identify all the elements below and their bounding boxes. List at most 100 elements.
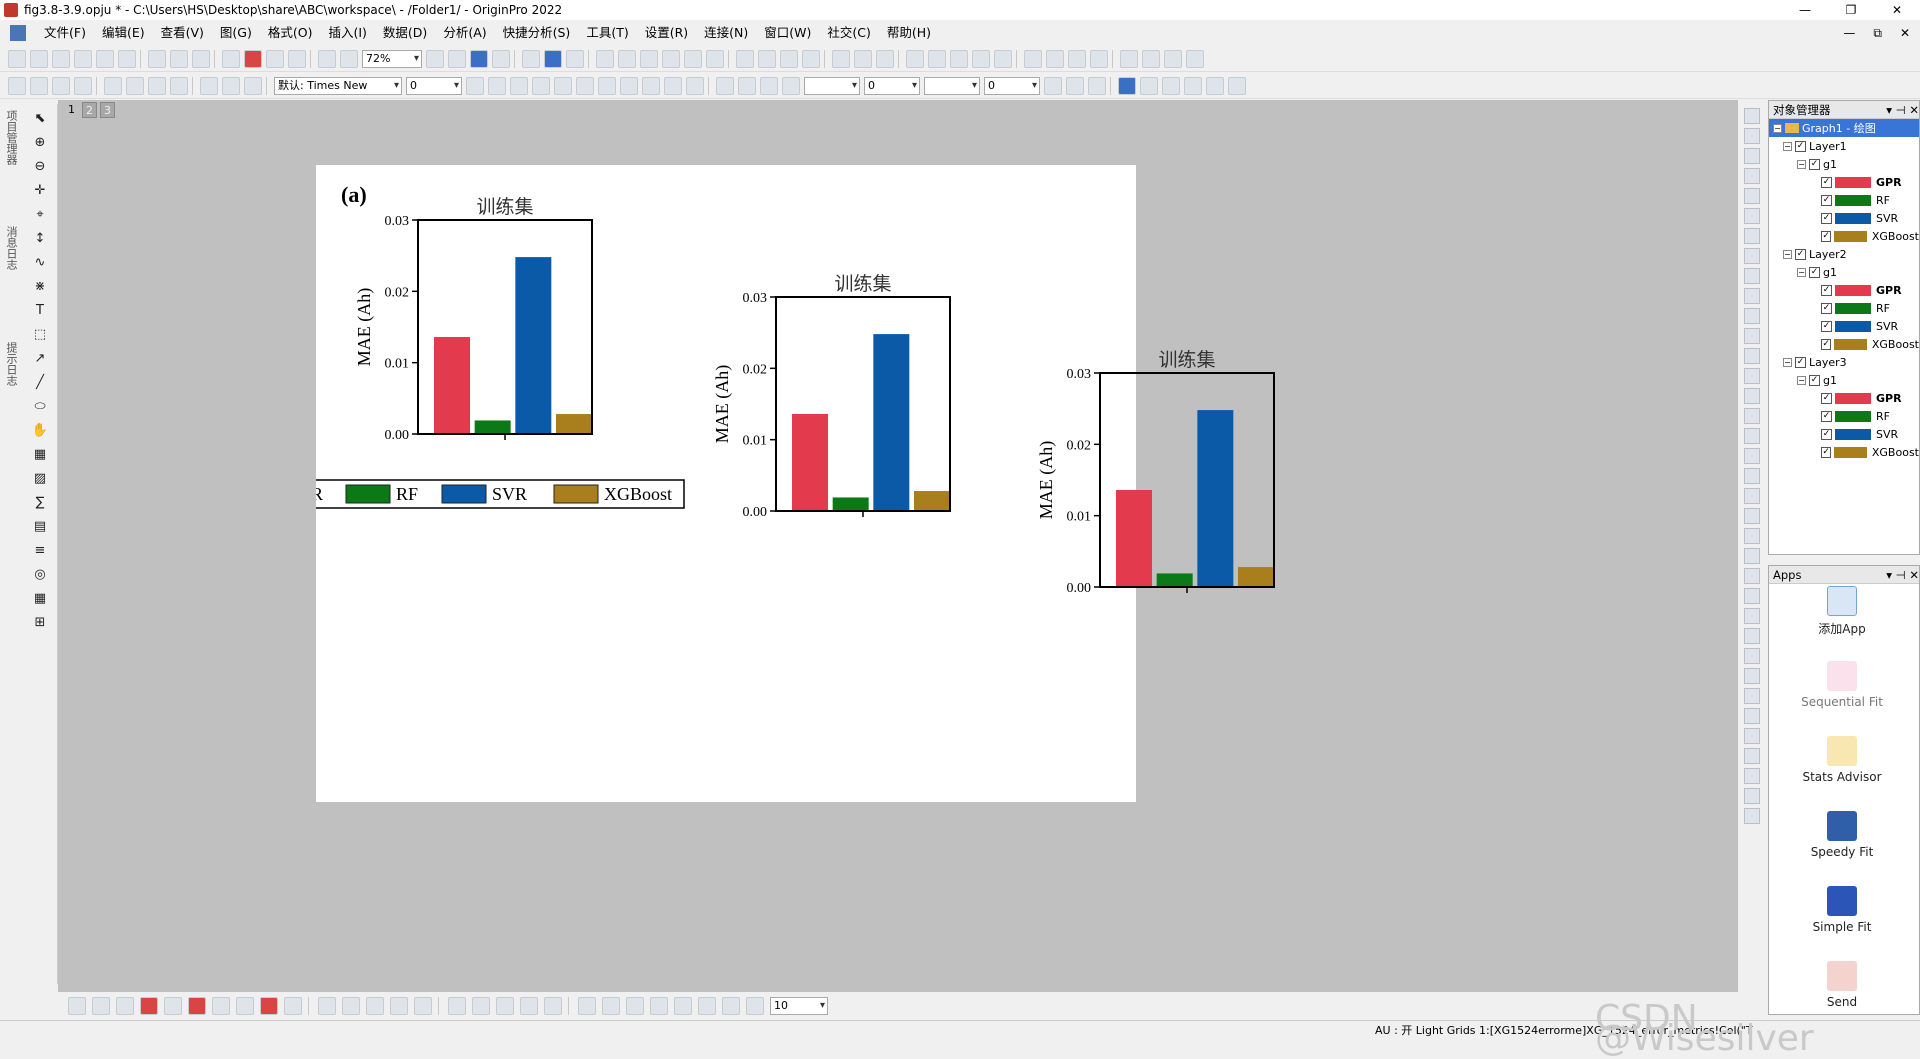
layer-tool-21-icon[interactable]	[1744, 508, 1760, 524]
tree-group[interactable]: − ✓ g1	[1769, 371, 1919, 389]
minimize-button[interactable]: —	[1782, 0, 1828, 20]
rescale-icon[interactable]	[596, 49, 614, 68]
duplicate-icon[interactable]	[340, 49, 358, 68]
pointer-icon[interactable]: ⬉	[30, 108, 50, 128]
3d-plot-icon[interactable]	[284, 997, 302, 1015]
arrange-icon[interactable]	[1140, 76, 1158, 95]
move-right-icon[interactable]	[1068, 49, 1086, 68]
refresh-icon[interactable]	[448, 49, 466, 68]
menu-help[interactable]: 帮助(H)	[879, 22, 939, 44]
italic-icon[interactable]	[488, 76, 506, 95]
bar-plot-icon[interactable]	[758, 49, 776, 68]
tree-group[interactable]: − ✓ g1	[1769, 263, 1919, 281]
arrow-down-icon[interactable]	[1142, 49, 1160, 68]
tree-plot-gpr[interactable]: ✓ GPR	[1769, 173, 1919, 191]
layout-5-icon[interactable]	[674, 997, 692, 1015]
layer-tool-27-icon[interactable]	[1744, 628, 1760, 644]
increase-font-icon[interactable]	[620, 76, 638, 95]
filter-icon[interactable]	[832, 49, 850, 68]
menu-tools[interactable]: 工具(T)	[578, 22, 636, 44]
brightness-icon[interactable]	[782, 76, 800, 95]
menu-settings[interactable]: 设置(R)	[637, 22, 696, 44]
zoom-select[interactable]: 72%	[362, 49, 422, 68]
bar-xgboost[interactable]	[914, 491, 950, 511]
bottom-size-select[interactable]: 10	[770, 997, 828, 1015]
region-mask-icon[interactable]: ⋇	[30, 276, 50, 296]
matrix-icon[interactable]: ⊞	[30, 612, 50, 632]
legend[interactable]: GPR RF SVR XGBoost	[231, 479, 685, 509]
color-bar-icon[interactable]: ≡	[30, 540, 50, 560]
multi-panel-icon[interactable]	[414, 997, 432, 1015]
bar-xgboost[interactable]	[1238, 567, 1274, 587]
zoom-in-icon[interactable]	[618, 49, 636, 68]
set-error-icon[interactable]	[972, 49, 990, 68]
tab-hint-log[interactable]: 提示日志	[3, 342, 19, 452]
bar-svr[interactable]	[1197, 410, 1234, 587]
project-explorer-icon[interactable]	[522, 49, 540, 68]
layer-tool-3-icon[interactable]	[1744, 148, 1760, 164]
layer-tool-7-icon[interactable]	[1744, 228, 1760, 244]
line-plot-icon[interactable]	[68, 997, 86, 1015]
timestamp-icon[interactable]	[148, 76, 166, 95]
layer-tool-26-icon[interactable]	[1744, 608, 1760, 624]
bar-rf[interactable]	[832, 497, 869, 511]
open-icon[interactable]	[222, 49, 240, 68]
code-builder-icon[interactable]	[470, 49, 488, 68]
open-template-icon[interactable]	[244, 49, 262, 68]
layer-tool-23-icon[interactable]	[1744, 548, 1760, 564]
layer-tool-12-icon[interactable]	[1744, 328, 1760, 344]
layer-tool-34-icon[interactable]	[1744, 768, 1760, 784]
bar-svr[interactable]	[515, 257, 552, 434]
layer-tool-22-icon[interactable]	[1744, 528, 1760, 544]
worksheet-icon[interactable]: ▦	[30, 588, 50, 608]
menu-file[interactable]: 文件(F)	[36, 22, 94, 44]
graph-window-icon[interactable]	[10, 25, 26, 41]
add-plot-icon[interactable]	[52, 76, 70, 95]
tree-plot-rf[interactable]: ✓ RF	[1769, 191, 1919, 209]
text-tool-icon[interactable]: T	[30, 300, 50, 320]
tree-plot-svr[interactable]: ✓ SVR	[1769, 317, 1919, 335]
tree-plot-gpr[interactable]: ✓ GPR	[1769, 389, 1919, 407]
menu-social[interactable]: 社交(C)	[819, 22, 878, 44]
new-layout-icon[interactable]	[170, 49, 188, 68]
template-2-icon[interactable]	[472, 997, 490, 1015]
apps-controls-icon[interactable]: ▾ ⊣ ✕	[1886, 566, 1919, 583]
font-select[interactable]: 默认: Times New	[274, 76, 402, 95]
line-style-select[interactable]	[804, 76, 860, 95]
new-legend-icon[interactable]	[104, 76, 122, 95]
layer-content-icon[interactable]	[8, 76, 26, 95]
layout-1-icon[interactable]	[578, 997, 596, 1015]
tree-plot-rf[interactable]: ✓ RF	[1769, 407, 1919, 425]
screen-reader-icon[interactable]: ✛	[30, 180, 50, 200]
histogram-icon[interactable]	[802, 49, 820, 68]
mdi-restore-button[interactable]: ⧉	[1873, 22, 1882, 44]
menu-data[interactable]: 数据(D)	[375, 22, 435, 44]
grid-icon[interactable]	[1066, 76, 1084, 95]
menu-edit[interactable]: 编辑(E)	[94, 22, 153, 44]
tree-plot-svr[interactable]: ✓ SVR	[1769, 425, 1919, 443]
line-color-icon[interactable]	[760, 76, 778, 95]
font-color-icon[interactable]	[686, 76, 704, 95]
tree-plot-xgboost[interactable]: ✓ XGBoost	[1769, 335, 1919, 353]
area-chart-icon[interactable]	[164, 997, 182, 1015]
decrease-font-icon[interactable]	[642, 76, 660, 95]
set-label-icon[interactable]	[994, 49, 1012, 68]
template-1-icon[interactable]	[448, 997, 466, 1015]
line-tool-icon[interactable]: ╱	[30, 372, 50, 392]
layer-tool-35-icon[interactable]	[1744, 788, 1760, 804]
scatter-plot-icon[interactable]	[92, 997, 110, 1015]
gradient-icon[interactable]	[1044, 76, 1062, 95]
layer-tool-31-icon[interactable]	[1744, 708, 1760, 724]
layer-tool-30-icon[interactable]	[1744, 688, 1760, 704]
bar-chart-2[interactable]: 训练集 0.00 0.01 0.02 0.03 MAE (Ah)	[712, 273, 951, 520]
tree-plot-gpr[interactable]: ✓ GPR	[1769, 281, 1919, 299]
layer-tool-17-icon[interactable]	[1744, 428, 1760, 444]
palette-icon[interactable]: ◎	[30, 564, 50, 584]
layer-tool-24-icon[interactable]	[1744, 568, 1760, 584]
layer-tool-20-icon[interactable]	[1744, 488, 1760, 504]
menu-analysis[interactable]: 分析(A)	[435, 22, 494, 44]
bar-gpr[interactable]	[434, 336, 470, 434]
page-tab-2[interactable]: 2	[82, 102, 97, 118]
zoom-out-icon[interactable]	[640, 49, 658, 68]
add-layer-icon[interactable]	[684, 49, 702, 68]
